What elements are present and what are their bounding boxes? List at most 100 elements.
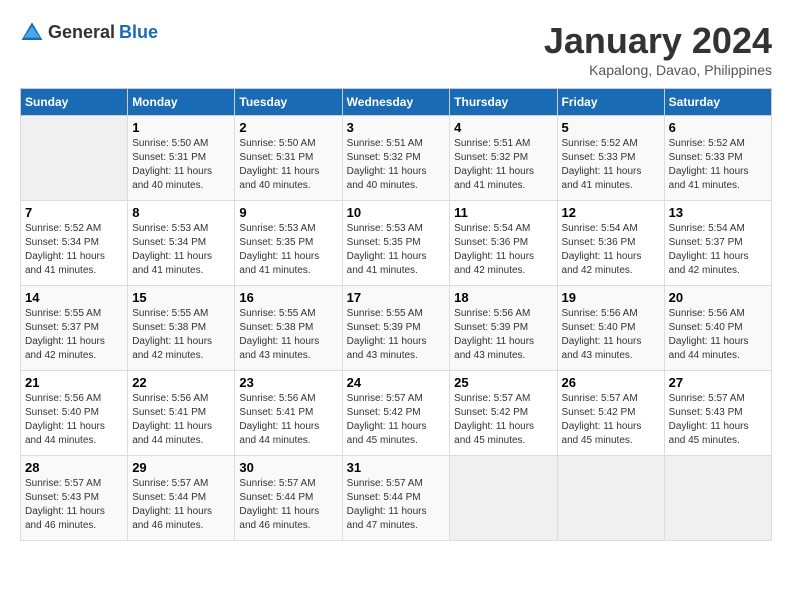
calendar-cell: 26 Sunrise: 5:57 AMSunset: 5:42 PMDayligh… (557, 371, 664, 456)
cell-info: Sunrise: 5:54 AMSunset: 5:36 PMDaylight:… (562, 222, 660, 278)
calendar-cell: 30 Sunrise: 5:57 AMSunset: 5:44 PMDayligh… (235, 456, 342, 541)
week-row-1: 1Sunrise: 5:50 AMSunset: 5:31 PMDaylight… (21, 116, 772, 201)
weekday-header-wednesday: Wednesday (342, 89, 450, 116)
cell-info: Sunrise: 5:57 AMSunset: 5:44 PMDaylight:… (347, 477, 446, 533)
title-block: January 2024 Kapalong, Davao, Philippine… (544, 20, 772, 78)
cell-info: Sunrise: 5:56 AMSunset: 5:41 PMDaylight:… (132, 392, 230, 448)
calendar-cell: 21 Sunrise: 5:56 AMSunset: 5:40 PMDayligh… (21, 371, 128, 456)
day-number: 28 (25, 460, 123, 475)
day-number: 30 (239, 460, 337, 475)
cell-info: Sunrise: 5:55 AMSunset: 5:39 PMDaylight:… (347, 307, 446, 363)
day-number: 21 (25, 375, 123, 390)
cell-info: Sunrise: 5:52 AMSunset: 5:34 PMDaylight:… (25, 222, 123, 278)
day-number: 23 (239, 375, 337, 390)
day-number: 18 (454, 290, 552, 305)
weekday-header-sunday: Sunday (21, 89, 128, 116)
location-subtitle: Kapalong, Davao, Philippines (544, 62, 772, 78)
calendar-cell: 16 Sunrise: 5:55 AMSunset: 5:38 PMDayligh… (235, 286, 342, 371)
cell-info: Sunrise: 5:53 AMSunset: 5:34 PMDaylight:… (132, 222, 230, 278)
calendar-cell (21, 116, 128, 201)
calendar-cell: 31 Sunrise: 5:57 AMSunset: 5:44 PMDayligh… (342, 456, 450, 541)
cell-info: Sunrise: 5:57 AMSunset: 5:42 PMDaylight:… (562, 392, 660, 448)
calendar-cell: 22 Sunrise: 5:56 AMSunset: 5:41 PMDayligh… (128, 371, 235, 456)
day-number: 9 (239, 205, 337, 220)
weekday-header-thursday: Thursday (450, 89, 557, 116)
day-number: 14 (25, 290, 123, 305)
calendar-cell: 17 Sunrise: 5:55 AMSunset: 5:39 PMDayligh… (342, 286, 450, 371)
day-number: 24 (347, 375, 446, 390)
calendar-cell: 18 Sunrise: 5:56 AMSunset: 5:39 PMDayligh… (450, 286, 557, 371)
day-number: 12 (562, 205, 660, 220)
cell-info: Sunrise: 5:57 AMSunset: 5:44 PMDaylight:… (132, 477, 230, 533)
day-number: 6 (669, 120, 767, 135)
calendar-cell: 29 Sunrise: 5:57 AMSunset: 5:44 PMDayligh… (128, 456, 235, 541)
calendar-cell: 20Sunrise: 5:56 AMSunset: 5:40 PMDayligh… (664, 286, 771, 371)
cell-info: Sunrise: 5:56 AMSunset: 5:41 PMDaylight:… (239, 392, 337, 448)
cell-info: Sunrise: 5:50 AMSunset: 5:31 PMDaylight:… (239, 137, 337, 193)
logo: GeneralBlue (20, 20, 158, 44)
calendar-cell (664, 456, 771, 541)
weekday-header-friday: Friday (557, 89, 664, 116)
day-number: 10 (347, 205, 446, 220)
day-number: 5 (562, 120, 660, 135)
calendar-cell (450, 456, 557, 541)
day-number: 15 (132, 290, 230, 305)
cell-info: Sunrise: 5:57 AMSunset: 5:43 PMDaylight:… (669, 392, 767, 448)
calendar-cell: 2 Sunrise: 5:50 AMSunset: 5:31 PMDaylight… (235, 116, 342, 201)
cell-info: Sunrise: 5:54 AMSunset: 5:36 PMDaylight:… (454, 222, 552, 278)
cell-info: Sunrise: 5:57 AMSunset: 5:44 PMDaylight:… (239, 477, 337, 533)
day-number: 20 (669, 290, 767, 305)
cell-info: Sunrise: 5:55 AMSunset: 5:38 PMDaylight:… (239, 307, 337, 363)
calendar-cell: 8Sunrise: 5:53 AMSunset: 5:34 PMDaylight… (128, 201, 235, 286)
calendar-cell: 9 Sunrise: 5:53 AMSunset: 5:35 PMDaylight… (235, 201, 342, 286)
weekday-header-tuesday: Tuesday (235, 89, 342, 116)
day-number: 22 (132, 375, 230, 390)
calendar-cell: 27 Sunrise: 5:57 AMSunset: 5:43 PMDayligh… (664, 371, 771, 456)
calendar-cell: 13Sunrise: 5:54 AMSunset: 5:37 PMDayligh… (664, 201, 771, 286)
day-number: 17 (347, 290, 446, 305)
calendar-cell: 3 Sunrise: 5:51 AMSunset: 5:32 PMDaylight… (342, 116, 450, 201)
day-number: 27 (669, 375, 767, 390)
week-row-3: 14 Sunrise: 5:55 AMSunset: 5:37 PMDayligh… (21, 286, 772, 371)
cell-info: Sunrise: 5:56 AMSunset: 5:40 PMDaylight:… (25, 392, 123, 448)
cell-info: Sunrise: 5:50 AMSunset: 5:31 PMDaylight:… (132, 137, 230, 193)
week-row-5: 28Sunrise: 5:57 AMSunset: 5:43 PMDayligh… (21, 456, 772, 541)
week-row-4: 21 Sunrise: 5:56 AMSunset: 5:40 PMDayligh… (21, 371, 772, 456)
cell-info: Sunrise: 5:52 AMSunset: 5:33 PMDaylight:… (669, 137, 767, 193)
calendar-cell: 19Sunrise: 5:56 AMSunset: 5:40 PMDayligh… (557, 286, 664, 371)
cell-info: Sunrise: 5:55 AMSunset: 5:37 PMDaylight:… (25, 307, 123, 363)
day-number: 19 (562, 290, 660, 305)
week-row-2: 7Sunrise: 5:52 AMSunset: 5:34 PMDaylight… (21, 201, 772, 286)
weekday-header-monday: Monday (128, 89, 235, 116)
day-number: 2 (239, 120, 337, 135)
day-number: 13 (669, 205, 767, 220)
calendar-cell: 1Sunrise: 5:50 AMSunset: 5:31 PMDaylight… (128, 116, 235, 201)
day-number: 31 (347, 460, 446, 475)
cell-info: Sunrise: 5:56 AMSunset: 5:39 PMDaylight:… (454, 307, 552, 363)
calendar-cell: 28Sunrise: 5:57 AMSunset: 5:43 PMDayligh… (21, 456, 128, 541)
calendar-cell: 15 Sunrise: 5:55 AMSunset: 5:38 PMDayligh… (128, 286, 235, 371)
cell-info: Sunrise: 5:57 AMSunset: 5:42 PMDaylight:… (347, 392, 446, 448)
day-number: 26 (562, 375, 660, 390)
day-number: 3 (347, 120, 446, 135)
cell-info: Sunrise: 5:51 AMSunset: 5:32 PMDaylight:… (454, 137, 552, 193)
calendar-cell: 11Sunrise: 5:54 AMSunset: 5:36 PMDayligh… (450, 201, 557, 286)
weekday-header-row: SundayMondayTuesdayWednesdayThursdayFrid… (21, 89, 772, 116)
weekday-header-saturday: Saturday (664, 89, 771, 116)
calendar-cell: 6 Sunrise: 5:52 AMSunset: 5:33 PMDaylight… (664, 116, 771, 201)
cell-info: Sunrise: 5:51 AMSunset: 5:32 PMDaylight:… (347, 137, 446, 193)
day-number: 16 (239, 290, 337, 305)
calendar-table: SundayMondayTuesdayWednesdayThursdayFrid… (20, 88, 772, 541)
day-number: 29 (132, 460, 230, 475)
cell-info: Sunrise: 5:52 AMSunset: 5:33 PMDaylight:… (562, 137, 660, 193)
page-header: GeneralBlue January 2024 Kapalong, Davao… (20, 20, 772, 78)
cell-info: Sunrise: 5:53 AMSunset: 5:35 PMDaylight:… (239, 222, 337, 278)
calendar-cell: 24 Sunrise: 5:57 AMSunset: 5:42 PMDayligh… (342, 371, 450, 456)
cell-info: Sunrise: 5:55 AMSunset: 5:38 PMDaylight:… (132, 307, 230, 363)
cell-info: Sunrise: 5:57 AMSunset: 5:42 PMDaylight:… (454, 392, 552, 448)
logo-blue: Blue (119, 22, 158, 43)
calendar-cell: 25Sunrise: 5:57 AMSunset: 5:42 PMDayligh… (450, 371, 557, 456)
logo-icon (20, 20, 44, 44)
month-title: January 2024 (544, 20, 772, 62)
calendar-cell: 4Sunrise: 5:51 AMSunset: 5:32 PMDaylight… (450, 116, 557, 201)
